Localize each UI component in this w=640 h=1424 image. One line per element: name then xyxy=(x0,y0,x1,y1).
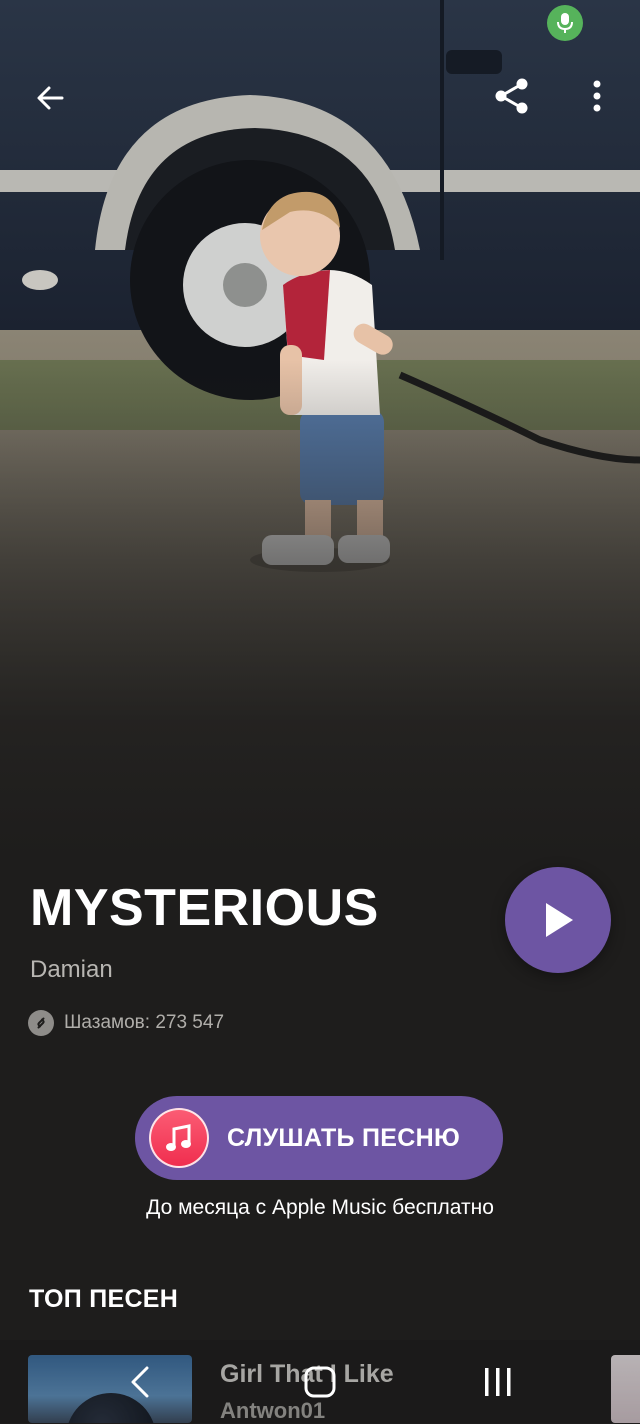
recents-icon xyxy=(485,1368,511,1396)
cover-gradient-overlay xyxy=(0,0,640,860)
nav-recents-button[interactable] xyxy=(468,1350,528,1414)
cover-art xyxy=(0,0,640,860)
play-button[interactable] xyxy=(505,867,611,973)
top-songs-heading: ТОП ПЕСЕН xyxy=(29,1285,179,1313)
share-button[interactable] xyxy=(484,68,540,124)
microphone-indicator xyxy=(547,5,583,41)
more-vertical-icon xyxy=(593,80,601,112)
track-title: MYSTERIOUS xyxy=(30,879,379,937)
share-icon xyxy=(495,78,528,114)
listen-song-button[interactable]: СЛУШАТЬ ПЕСНЮ xyxy=(135,1096,503,1180)
more-options-button[interactable] xyxy=(572,68,622,124)
nav-home-button[interactable] xyxy=(290,1350,350,1414)
home-square-icon xyxy=(304,1366,336,1398)
apple-music-promo: До месяца с Apple Music бесплатно xyxy=(146,1196,494,1219)
artist-name[interactable]: Damian xyxy=(30,955,113,985)
shazam-count-text: Шазамов: 273 547 xyxy=(64,1012,225,1033)
arrow-left-icon xyxy=(37,86,64,110)
play-icon xyxy=(546,903,573,937)
nav-back-button[interactable] xyxy=(110,1350,170,1414)
shazam-logo-icon xyxy=(28,1010,54,1036)
shazam-count: Шазамов: 273 547 xyxy=(28,1010,224,1036)
listen-song-label: СЛУШАТЬ ПЕСНЮ xyxy=(227,1123,461,1152)
microphone-icon xyxy=(557,13,573,33)
chevron-left-icon xyxy=(131,1366,149,1398)
music-note-icon xyxy=(149,1108,209,1168)
back-button[interactable] xyxy=(22,70,78,126)
system-navigation-bar xyxy=(0,1340,640,1423)
